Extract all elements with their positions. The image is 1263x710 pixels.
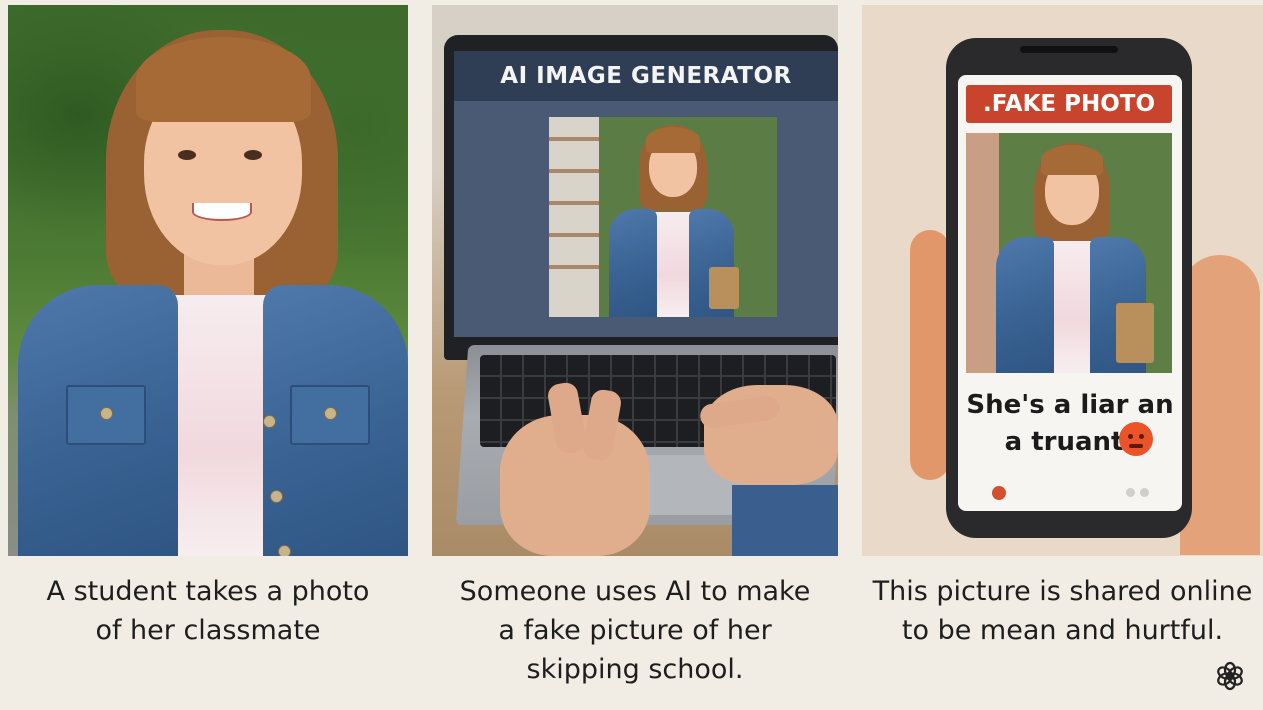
sleeve — [732, 485, 838, 556]
phone-screen: .FAKE PHOTO She's a liar an a truant! — [958, 75, 1182, 511]
page-indicator-active — [992, 486, 1006, 500]
student-girl-figure — [8, 5, 408, 556]
fake-photo-label: .FAKE PHOTO — [966, 85, 1172, 123]
panel-student-photo — [8, 5, 408, 556]
phone-speaker — [1020, 46, 1118, 53]
caption-ai-generator: Someone uses AI to make a fake picture o… — [459, 576, 811, 685]
page-indicator — [1126, 488, 1135, 497]
angry-face-icon — [1119, 422, 1153, 456]
laptop-screen: AI IMAGE GENERATOR — [454, 51, 838, 337]
panel-ai-generator: AI IMAGE GENERATOR — [432, 5, 838, 556]
caption-shared-online: This picture is shared online to be mean… — [872, 576, 1253, 646]
holding-hand-fingers — [910, 230, 950, 480]
page-indicator — [1140, 488, 1149, 497]
generated-fake-image — [549, 117, 777, 317]
ai-generator-title: AI IMAGE GENERATOR — [454, 51, 838, 101]
generated-girl-figure — [549, 117, 777, 317]
caption-student-photo: A student takes a photo of her classmate — [46, 576, 370, 646]
shared-fake-image — [966, 133, 1172, 373]
holding-hand-thumb — [1180, 255, 1260, 555]
openai-logo-icon — [1217, 661, 1243, 691]
shared-girl-figure — [966, 133, 1172, 373]
